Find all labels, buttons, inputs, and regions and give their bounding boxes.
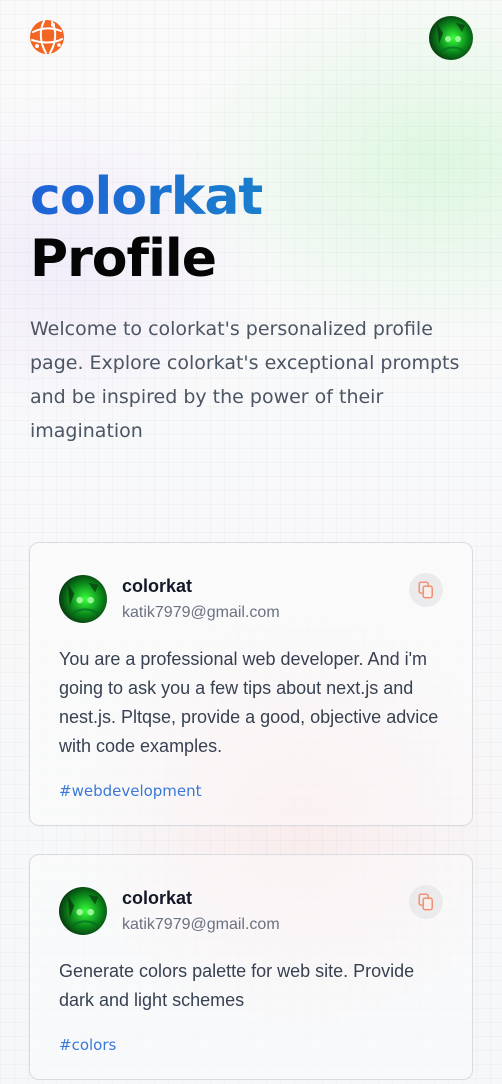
user-avatar-icon xyxy=(429,16,473,60)
prompt-tag[interactable]: #colors xyxy=(59,1036,116,1054)
copy-icon xyxy=(418,893,433,911)
prompt-card: colorkat katik7979@gmail.com Generate co… xyxy=(29,854,473,1080)
user-avatar-button[interactable] xyxy=(429,16,473,60)
prompt-card-header: colorkat katik7979@gmail.com xyxy=(59,573,443,625)
copy-prompt-button[interactable] xyxy=(409,573,443,607)
copy-icon xyxy=(418,581,433,599)
copy-prompt-button[interactable] xyxy=(409,885,443,919)
navbar xyxy=(29,16,473,60)
creator-email: katik7979@gmail.com xyxy=(122,916,280,933)
page-description: Welcome to colorkat's personalized profi… xyxy=(30,318,460,442)
user-avatar-icon xyxy=(59,887,107,935)
profile-hero: colorkat Profile Welcome to colorkat's p… xyxy=(30,166,480,448)
prompt-card-header: colorkat katik7979@gmail.com xyxy=(59,885,443,937)
page-title-username: colorkat xyxy=(30,166,480,228)
page-title-profile: Profile xyxy=(30,229,217,289)
profile-page: colorkat Profile Welcome to colorkat's p… xyxy=(0,0,502,1084)
prompt-text: Generate colors palette for web site. Pr… xyxy=(59,961,415,1010)
home-logo-link[interactable] xyxy=(29,19,65,55)
creator-email: katik7979@gmail.com xyxy=(122,604,280,621)
prompt-tag[interactable]: #webdevelopment xyxy=(59,782,202,800)
creator-avatar[interactable] xyxy=(59,887,107,935)
globe-logo-icon xyxy=(30,20,64,54)
prompt-card: colorkat katik7979@gmail.com You are a p… xyxy=(29,542,473,826)
creator-avatar[interactable] xyxy=(59,575,107,623)
prompt-text: You are a professional web developer. An… xyxy=(59,649,439,756)
creator-username[interactable]: colorkat xyxy=(122,576,192,597)
user-avatar-icon xyxy=(59,575,107,623)
page-title: colorkat Profile xyxy=(30,166,480,290)
creator-username[interactable]: colorkat xyxy=(122,888,192,909)
